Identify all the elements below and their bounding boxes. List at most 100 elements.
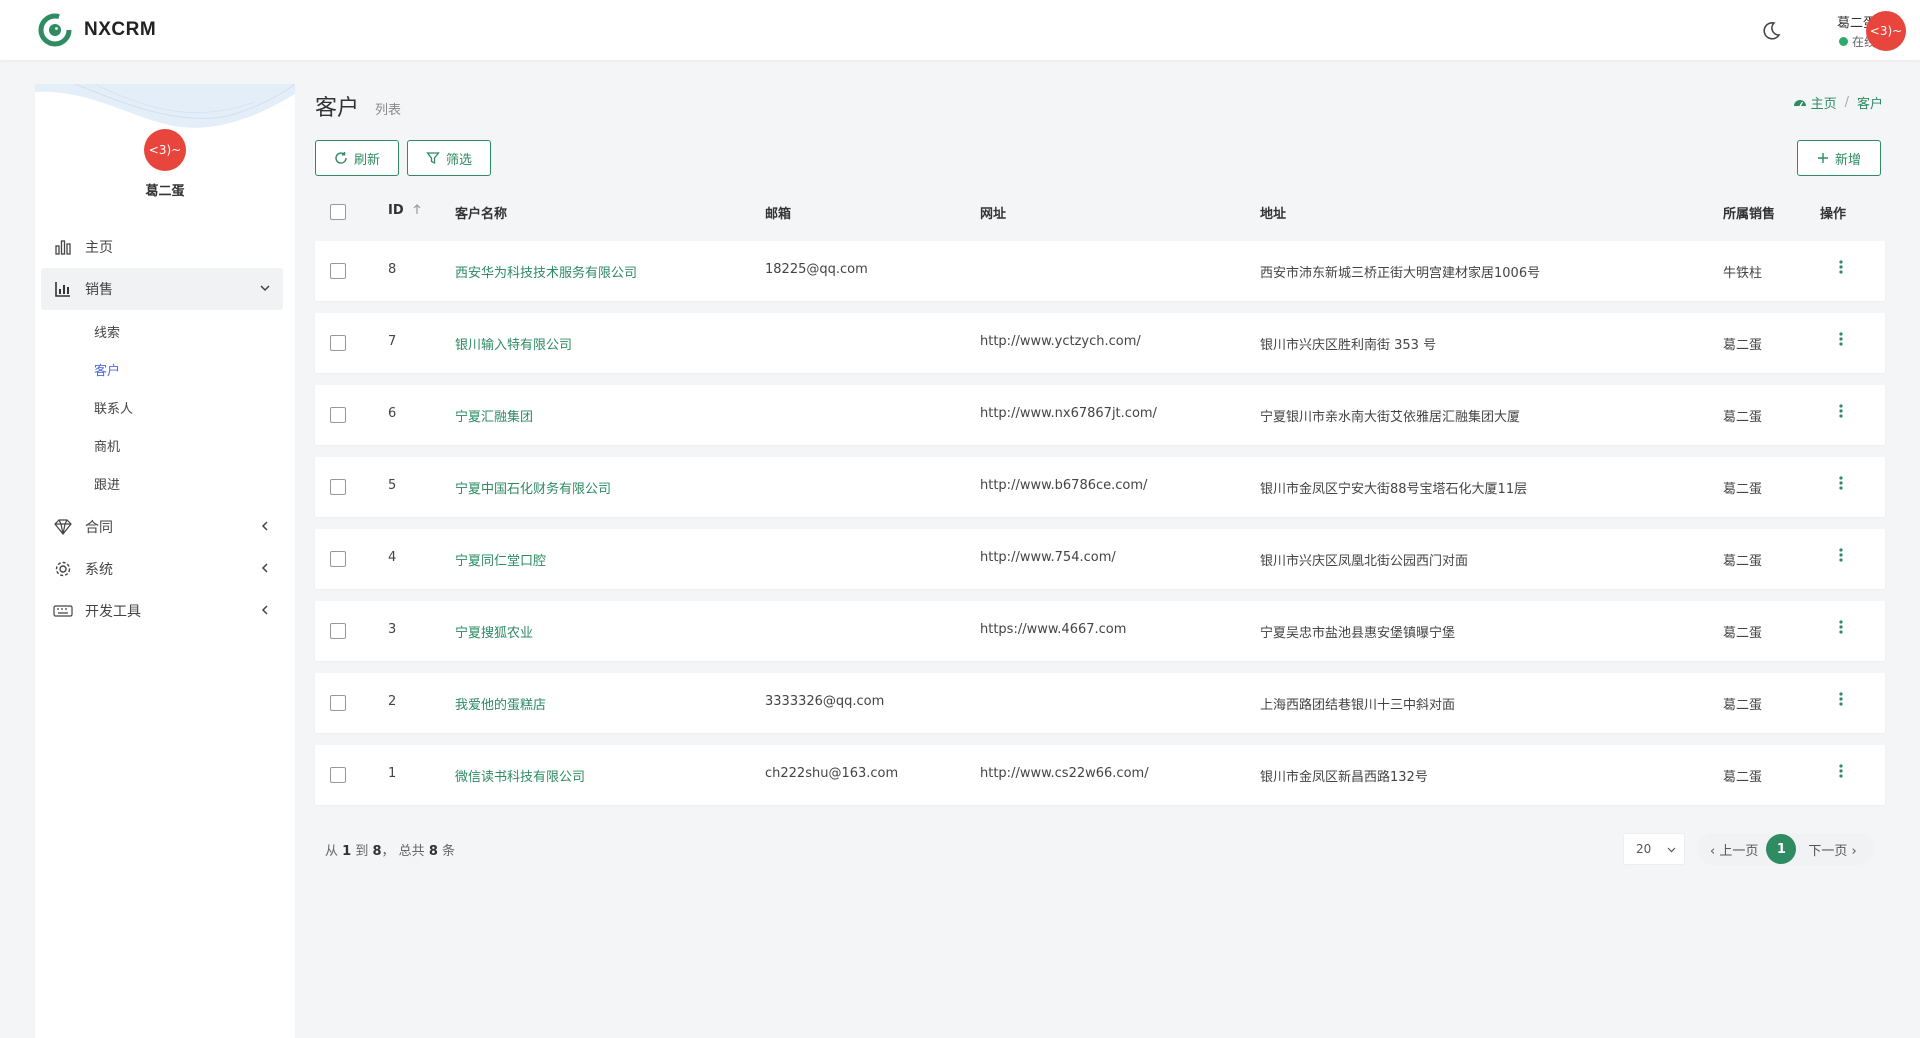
sidebar-item-sales[interactable]: 销售 bbox=[41, 268, 283, 310]
row-checkbox[interactable] bbox=[330, 695, 346, 711]
customer-name-link[interactable]: 银川输入特有限公司 bbox=[455, 334, 572, 353]
more-actions-button[interactable] bbox=[1833, 692, 1849, 714]
row-address: 银川市金凤区宁安大街88号宝塔石化大厦11层 bbox=[1260, 482, 1528, 497]
table-row: 7 银川输入特有限公司 http://www.yctzych.com/银川市兴庆区胜… bbox=[315, 313, 1885, 373]
sidebar-wave-decoration bbox=[35, 84, 295, 128]
app-logo[interactable]: NXCRM bbox=[38, 13, 156, 47]
user-avatar[interactable]: <3)~ bbox=[1866, 11, 1906, 51]
row-checkbox[interactable] bbox=[330, 407, 346, 423]
breadcrumb-home[interactable]: 主页 bbox=[1811, 93, 1837, 112]
row-id: 1 bbox=[388, 766, 397, 781]
row-sales: 葛二蛋 bbox=[1723, 554, 1763, 569]
more-actions-button[interactable] bbox=[1833, 404, 1849, 426]
row-id: 6 bbox=[388, 406, 397, 421]
kebab-menu-icon bbox=[1839, 260, 1843, 274]
row-sales: 葛二蛋 bbox=[1723, 626, 1763, 641]
sidebar-item-customers[interactable]: 客户 bbox=[41, 350, 283, 388]
row-checkbox[interactable] bbox=[330, 623, 346, 639]
table-row: 2 我爱他的蛋糕店 3333326@qq.com 上海西路团结巷银川十三中斜对面 葛二蛋 bbox=[315, 673, 1885, 733]
row-sales: 葛二蛋 bbox=[1723, 770, 1763, 785]
summary-unit: 条 bbox=[442, 844, 456, 859]
row-checkbox[interactable] bbox=[330, 335, 346, 351]
row-sales: 葛二蛋 bbox=[1723, 410, 1763, 425]
customer-name-link[interactable]: 宁夏搜狐农业 bbox=[455, 622, 533, 641]
sidebar-item-contacts[interactable]: 联系人 bbox=[41, 388, 283, 426]
next-page-button[interactable]: 下一页 › bbox=[1808, 840, 1856, 859]
sidebar-nav: 主页 销售 线索 客户 联系人 商机 跟进 合同 系统 开发工具 bbox=[41, 226, 283, 632]
dashboard-icon bbox=[1793, 99, 1806, 106]
customer-name-link[interactable]: 宁夏同仁堂口腔 bbox=[455, 550, 546, 569]
sales-submenu: 线索 客户 联系人 商机 跟进 bbox=[41, 310, 283, 506]
kebab-menu-icon bbox=[1839, 620, 1843, 634]
row-checkbox[interactable] bbox=[330, 551, 346, 567]
table-row: 1 微信读书科技有限公司 ch222shu@163.com http://www.cs… bbox=[315, 745, 1885, 805]
row-address: 银川市金凤区新昌西路132号 bbox=[1260, 770, 1428, 785]
row-address: 上海西路团结巷银川十三中斜对面 bbox=[1260, 698, 1456, 713]
gear-icon bbox=[53, 559, 73, 579]
row-url: http://www.nx67867jt.com/ bbox=[980, 406, 1157, 421]
table-row: 4 宁夏同仁堂口腔 http://www.754.com/银川市兴庆区凤凰北街公园西… bbox=[315, 529, 1885, 589]
row-checkbox[interactable] bbox=[330, 263, 346, 279]
sidebar-item-leads[interactable]: 线索 bbox=[41, 312, 283, 350]
sidebar-item-contracts[interactable]: 合同 bbox=[41, 506, 283, 548]
sidebar-item-opportunities[interactable]: 商机 bbox=[41, 426, 283, 464]
row-address: 西安市沛东新城三桥正街大明宫建材家居1006号 bbox=[1260, 266, 1541, 281]
row-sales: 葛二蛋 bbox=[1723, 338, 1763, 353]
row-id: 3 bbox=[388, 622, 397, 637]
customer-name-link[interactable]: 宁夏中国石化财务有限公司 bbox=[455, 478, 611, 497]
row-url: http://www.754.com/ bbox=[980, 550, 1116, 565]
column-email: 邮箱 bbox=[765, 207, 792, 222]
row-checkbox[interactable] bbox=[330, 479, 346, 495]
select-all-checkbox[interactable] bbox=[330, 204, 346, 220]
top-header: NXCRM 葛二蛋 在线 <3)~ bbox=[0, 0, 1920, 60]
breadcrumb-separator: / bbox=[1844, 95, 1849, 110]
column-name: 客户名称 bbox=[455, 207, 508, 222]
more-actions-button[interactable] bbox=[1833, 260, 1849, 282]
more-actions-button[interactable] bbox=[1833, 548, 1849, 570]
more-actions-button[interactable] bbox=[1833, 332, 1849, 354]
more-actions-button[interactable] bbox=[1833, 476, 1849, 498]
current-page-button[interactable]: 1 bbox=[1766, 834, 1797, 864]
filter-label: 筛选 bbox=[445, 152, 472, 168]
row-address: 银川市兴庆区胜利南街 353 号 bbox=[1260, 338, 1437, 353]
page-size-select[interactable]: 20 bbox=[1623, 833, 1685, 865]
bar-chart-icon bbox=[53, 237, 73, 257]
more-actions-button[interactable] bbox=[1833, 620, 1849, 642]
sidebar-avatar[interactable]: <3)~ bbox=[144, 129, 186, 171]
summary-from: 从 bbox=[325, 844, 339, 859]
table-row: 3 宁夏搜狐农业 https://www.4667.com 宁夏吴忠市盐池县惠安堡镇曝… bbox=[315, 601, 1885, 661]
summary-total-label: ， 总共 bbox=[381, 844, 425, 859]
customer-name-link[interactable]: 宁夏汇融集团 bbox=[455, 406, 533, 425]
row-id: 2 bbox=[388, 694, 397, 709]
customer-name-link[interactable]: 我爱他的蛋糕店 bbox=[455, 694, 546, 713]
sidebar: <3)~ 葛二蛋 主页 销售 线索 客户 联系人 商机 跟进 合同 系统 开发工… bbox=[35, 84, 295, 1038]
refresh-button[interactable]: 刷新 bbox=[315, 140, 399, 176]
sidebar-item-home[interactable]: 主页 bbox=[41, 226, 283, 268]
sidebar-item-label: 系统 bbox=[85, 562, 113, 578]
filter-button[interactable]: 筛选 bbox=[407, 140, 491, 176]
row-address: 银川市兴庆区凤凰北街公园西门对面 bbox=[1260, 554, 1469, 569]
customer-name-link[interactable]: 西安华为科技技术服务有限公司 bbox=[455, 262, 637, 281]
logo-icon bbox=[38, 13, 72, 47]
breadcrumb: 主页 / 客户 bbox=[1793, 93, 1883, 112]
column-address: 地址 bbox=[1260, 207, 1287, 222]
chevron-left-icon bbox=[261, 563, 268, 573]
customer-name-link[interactable]: 微信读书科技有限公司 bbox=[455, 766, 585, 785]
sidebar-item-label: 开发工具 bbox=[85, 604, 141, 620]
sidebar-item-devtools[interactable]: 开发工具 bbox=[41, 590, 283, 632]
plus-icon bbox=[1817, 153, 1828, 163]
prev-page-button[interactable]: ‹ 上一页 bbox=[1710, 840, 1758, 859]
moon-icon[interactable] bbox=[1760, 20, 1782, 42]
sidebar-item-label: 合同 bbox=[85, 520, 113, 536]
sidebar-item-followups[interactable]: 跟进 bbox=[41, 464, 283, 502]
more-actions-button[interactable] bbox=[1833, 764, 1849, 786]
column-sales: 所属销售 bbox=[1723, 207, 1776, 222]
sidebar-item-label: 主页 bbox=[85, 240, 113, 256]
row-sales: 牛铁柱 bbox=[1723, 266, 1763, 281]
add-customer-button[interactable]: 新增 bbox=[1797, 140, 1881, 176]
sidebar-item-system[interactable]: 系统 bbox=[41, 548, 283, 590]
column-id-label: ID bbox=[388, 203, 404, 218]
chevron-left-icon bbox=[261, 605, 268, 615]
row-checkbox[interactable] bbox=[330, 767, 346, 783]
column-id[interactable]: ID bbox=[388, 203, 422, 218]
